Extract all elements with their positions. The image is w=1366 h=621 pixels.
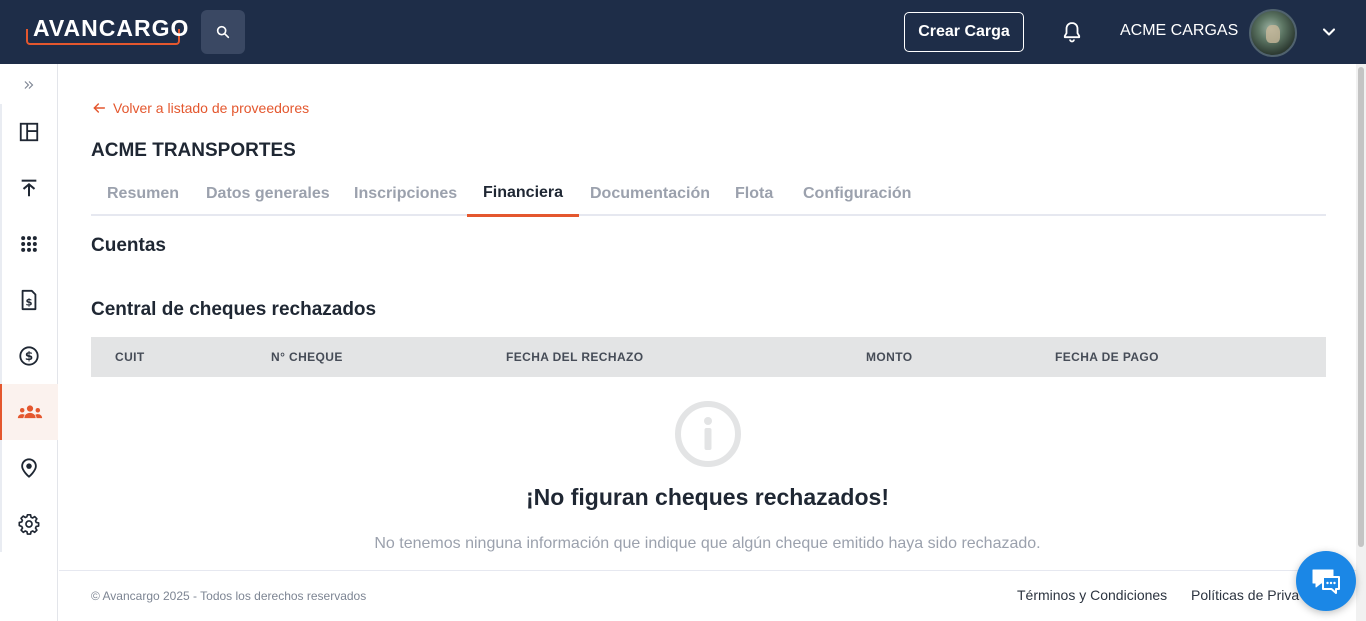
sidebar-item-finance[interactable]: $	[0, 328, 58, 384]
sidebar-expand-button[interactable]	[18, 74, 40, 96]
column-header-payment-date: FECHA DE PAGO	[1055, 350, 1159, 364]
notifications-button[interactable]	[1060, 20, 1084, 44]
chat-button[interactable]	[1296, 551, 1356, 611]
avatar[interactable]	[1249, 9, 1297, 57]
search-button[interactable]	[201, 10, 245, 54]
bell-icon	[1063, 22, 1081, 43]
people-icon	[17, 405, 43, 419]
sidebar-item-invoices[interactable]: $	[0, 272, 58, 328]
info-icon	[675, 401, 741, 467]
sidebar-item-settings[interactable]	[0, 496, 58, 552]
terms-link[interactable]: Términos y Condiciones	[1017, 587, 1167, 603]
chevron-down-icon	[1322, 28, 1336, 36]
tab-flota[interactable]: Flota	[719, 172, 789, 216]
svg-text:$: $	[25, 298, 32, 309]
sidebar-item-apps[interactable]	[0, 216, 58, 272]
footer: © Avancargo 2025 - Todos los derechos re…	[59, 570, 1356, 621]
column-header-cuit: CUIT	[115, 350, 145, 364]
svg-text:$: $	[25, 349, 33, 363]
cheques-table-header: CUIT N° CHEQUE FECHA DEL RECHAZO MONTO F…	[91, 337, 1326, 377]
sidebar-item-providers[interactable]	[0, 384, 58, 440]
main-content: Volver a listado de proveedores ACME TRA…	[59, 64, 1356, 570]
empty-state-title: ¡No figuran cheques rechazados!	[526, 484, 889, 510]
logo-text: AVANCARGO	[33, 15, 190, 41]
tab-documentacion[interactable]: Documentación	[574, 172, 726, 216]
invoice-icon: $	[21, 289, 37, 311]
location-icon	[21, 458, 37, 478]
back-link-label: Volver a listado de proveedores	[113, 100, 310, 116]
sidebar-item-dashboard[interactable]	[0, 104, 58, 160]
sidebar-item-locations[interactable]	[0, 440, 58, 496]
create-load-button[interactable]: Crear Carga	[904, 12, 1024, 52]
column-header-rejection-date: FECHA DEL RECHAZO	[506, 350, 644, 364]
tab-configuracion[interactable]: Configuración	[787, 172, 927, 216]
tab-inscripciones[interactable]: Inscripciones	[338, 172, 473, 216]
page-title: ACME TRANSPORTES	[91, 140, 296, 161]
rejected-cheques-section-title: Central de cheques rechazados	[91, 299, 377, 320]
user-menu-toggle[interactable]	[1319, 22, 1339, 42]
company-name[interactable]: ACME CARGAS	[1120, 22, 1238, 40]
top-navbar: AVANCARGO Crear Carga ACME CARGAS	[0, 0, 1366, 64]
settings-icon	[18, 514, 40, 535]
empty-state-text: No tenemos ninguna información que indiq…	[374, 535, 1041, 552]
copyright-text: © Avancargo 2025 - Todos los derechos re…	[91, 589, 367, 603]
double-chevron-right-icon	[24, 81, 34, 89]
sidebar-item-upload[interactable]	[0, 160, 58, 216]
accounts-section-title: Cuentas	[91, 235, 166, 256]
tab-datos-generales[interactable]: Datos generales	[190, 172, 346, 216]
dollar-icon: $	[19, 346, 39, 366]
arrow-left-icon	[93, 103, 106, 113]
avancargo-logo[interactable]: AVANCARGO	[26, 14, 188, 46]
column-header-cheque-number: N° CHEQUE	[271, 350, 343, 364]
dashboard-icon	[19, 122, 39, 142]
sidebar: $ $	[0, 64, 58, 621]
upload-icon	[21, 179, 37, 197]
grid-icon	[21, 236, 37, 252]
scrollbar-thumb[interactable]	[1358, 67, 1364, 547]
search-icon	[216, 25, 230, 39]
chat-icon	[1312, 569, 1340, 594]
tab-financiera[interactable]: Financiera	[467, 172, 580, 217]
privacy-link[interactable]: Políticas de Priva	[1191, 587, 1299, 603]
column-header-amount: MONTO	[866, 350, 913, 364]
tab-bar: Resumen Datos generales Inscripciones Fi…	[91, 172, 1326, 217]
back-to-providers-link[interactable]: Volver a listado de proveedores	[91, 100, 309, 116]
tab-resumen[interactable]: Resumen	[91, 172, 195, 216]
page-scrollbar[interactable]	[1356, 64, 1366, 621]
